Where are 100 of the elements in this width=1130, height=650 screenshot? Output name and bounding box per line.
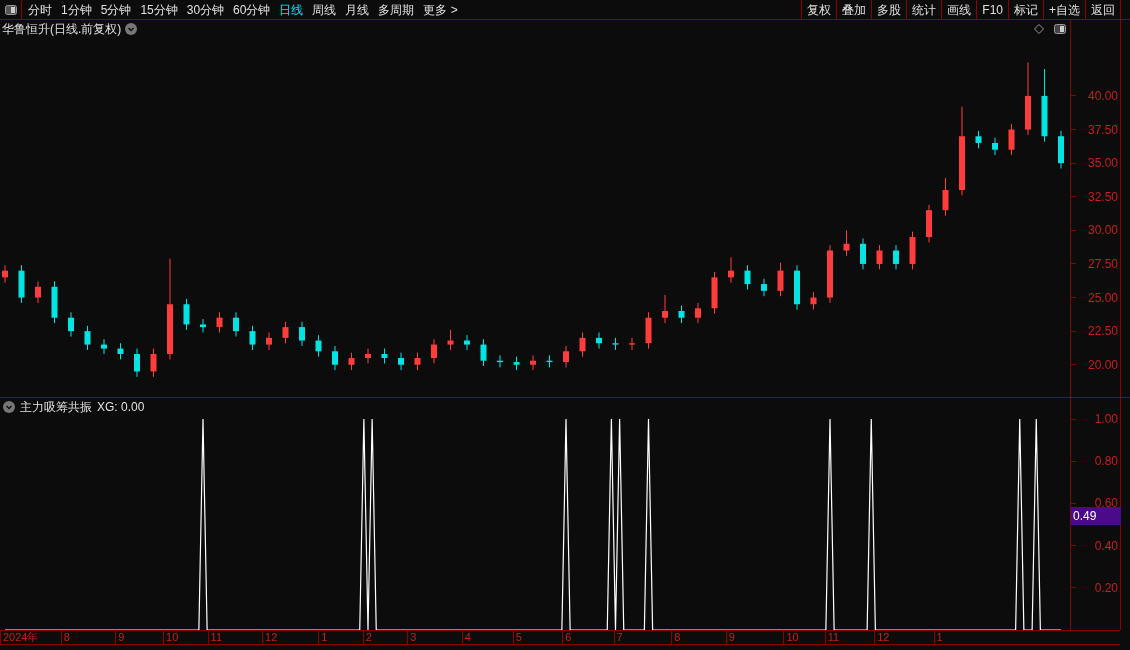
date-label: 1 [933, 631, 943, 644]
date-label: 9 [725, 631, 735, 644]
toolbar-button[interactable]: 画线 [941, 0, 977, 19]
axis-label: 35.00 [1087, 156, 1118, 171]
toolbar-button[interactable]: 叠加 [836, 0, 872, 19]
candlestick [777, 262, 784, 297]
period-tab[interactable]: 月线 [345, 0, 370, 19]
candlestick [596, 332, 602, 350]
candlestick [101, 338, 107, 355]
candlestick [315, 334, 322, 358]
indicator-title: 主力吸筹共振 [20, 399, 92, 416]
toolbar-button[interactable]: F10 [976, 0, 1008, 19]
period-tab[interactable]: 日线 [279, 0, 304, 19]
date-label: 10 [783, 631, 799, 644]
date-label: 4 [461, 631, 471, 644]
value-marker: 0.49 [1071, 507, 1121, 525]
axis-label: 1.00 [1094, 412, 1118, 427]
candlestick [117, 342, 124, 360]
chevron-down-icon[interactable] [125, 23, 138, 35]
candlestick [365, 348, 371, 364]
candlestick [860, 237, 866, 270]
candlestick [216, 311, 223, 333]
axis-label: 22.50 [1087, 324, 1118, 339]
candlestick [414, 352, 421, 371]
indicator-reading: XG: 0.00 [97, 399, 145, 416]
axis-label: 30.00 [1087, 223, 1118, 238]
date-label: 7 [613, 631, 623, 644]
axis-label: 32.50 [1087, 189, 1118, 204]
candlestick [629, 337, 635, 351]
period-tab[interactable]: 周线 [312, 0, 337, 19]
candlestick [909, 231, 916, 270]
date-label: 3 [407, 631, 417, 644]
date-label: 10 [163, 631, 179, 644]
candlestick [711, 271, 718, 315]
date-label: 11 [207, 631, 222, 644]
candlestick [464, 334, 470, 351]
panel-toggle-icon [4, 4, 17, 15]
axis-label: 20.00 [1087, 357, 1118, 372]
date-label: 12 [874, 631, 890, 644]
chart-title: 华鲁恒升(日线.前复权) [2, 21, 122, 38]
date-label: 2024年 [0, 631, 39, 644]
period-tab[interactable]: 分时 [28, 0, 52, 19]
period-tab[interactable]: 60分钟 [233, 0, 271, 19]
candlestick [84, 325, 91, 351]
chevron-down-icon[interactable] [3, 401, 15, 413]
candlestick [876, 244, 883, 270]
candlestick [975, 130, 982, 149]
axis-label: 0.20 [1094, 580, 1118, 595]
candlestick [134, 348, 140, 378]
candlestick [233, 311, 239, 337]
candlestick [150, 348, 157, 378]
axis-label: 27.50 [1087, 256, 1118, 271]
candlestick [480, 338, 487, 367]
period-tab[interactable]: 15分钟 [140, 0, 178, 19]
panel-toggle-icon[interactable] [1054, 24, 1066, 34]
period-tab[interactable]: 更多 > [423, 0, 458, 19]
candlestick [678, 305, 685, 324]
candlestick [893, 244, 899, 270]
diamond-icon[interactable] [1034, 24, 1044, 34]
candlestick [249, 325, 256, 351]
period-tab[interactable]: 5分钟 [100, 0, 132, 19]
axis-label: 25.00 [1087, 290, 1118, 305]
candlestick [530, 354, 536, 371]
candlestick [810, 291, 817, 311]
candlestick [497, 354, 503, 368]
date-label: 8 [60, 631, 70, 644]
axis-label: 0.80 [1094, 454, 1118, 469]
period-tab[interactable]: 30分钟 [186, 0, 225, 19]
candlestick [18, 264, 25, 304]
candlestick [381, 348, 388, 364]
candlestick [1058, 130, 1064, 169]
candlestick [992, 137, 998, 156]
toolbar-button[interactable]: 多股 [871, 0, 907, 19]
candlestick [695, 302, 701, 324]
date-label: 5 [512, 631, 522, 644]
period-tab[interactable]: 1分钟 [61, 0, 92, 19]
candlestick [299, 321, 305, 347]
candlestick [794, 264, 800, 311]
toolbar-button[interactable]: +自选 [1043, 0, 1085, 19]
candlestick [51, 280, 58, 324]
toolbar-button[interactable]: 标记 [1008, 0, 1043, 19]
candlestick [744, 264, 751, 290]
candlestick [563, 345, 569, 368]
candlestick [728, 256, 734, 284]
candlestick [843, 229, 850, 257]
toolbar-button[interactable]: 统计 [906, 0, 942, 19]
period-tab[interactable]: 多周期 [378, 0, 415, 19]
candlestick [200, 318, 206, 333]
date-label: 2 [362, 631, 372, 644]
toolbar-button[interactable]: 复权 [801, 0, 837, 19]
candlestick [827, 244, 833, 304]
candlestick [612, 337, 619, 351]
toolbar-button[interactable]: 返回 [1085, 0, 1120, 19]
candlestick [579, 332, 586, 358]
date-label: 6 [562, 631, 572, 644]
candlestick [662, 294, 668, 324]
candlestick [35, 280, 41, 304]
axis-label: 0.40 [1094, 538, 1118, 553]
candlestick [761, 278, 767, 297]
candlestick [1008, 123, 1015, 156]
